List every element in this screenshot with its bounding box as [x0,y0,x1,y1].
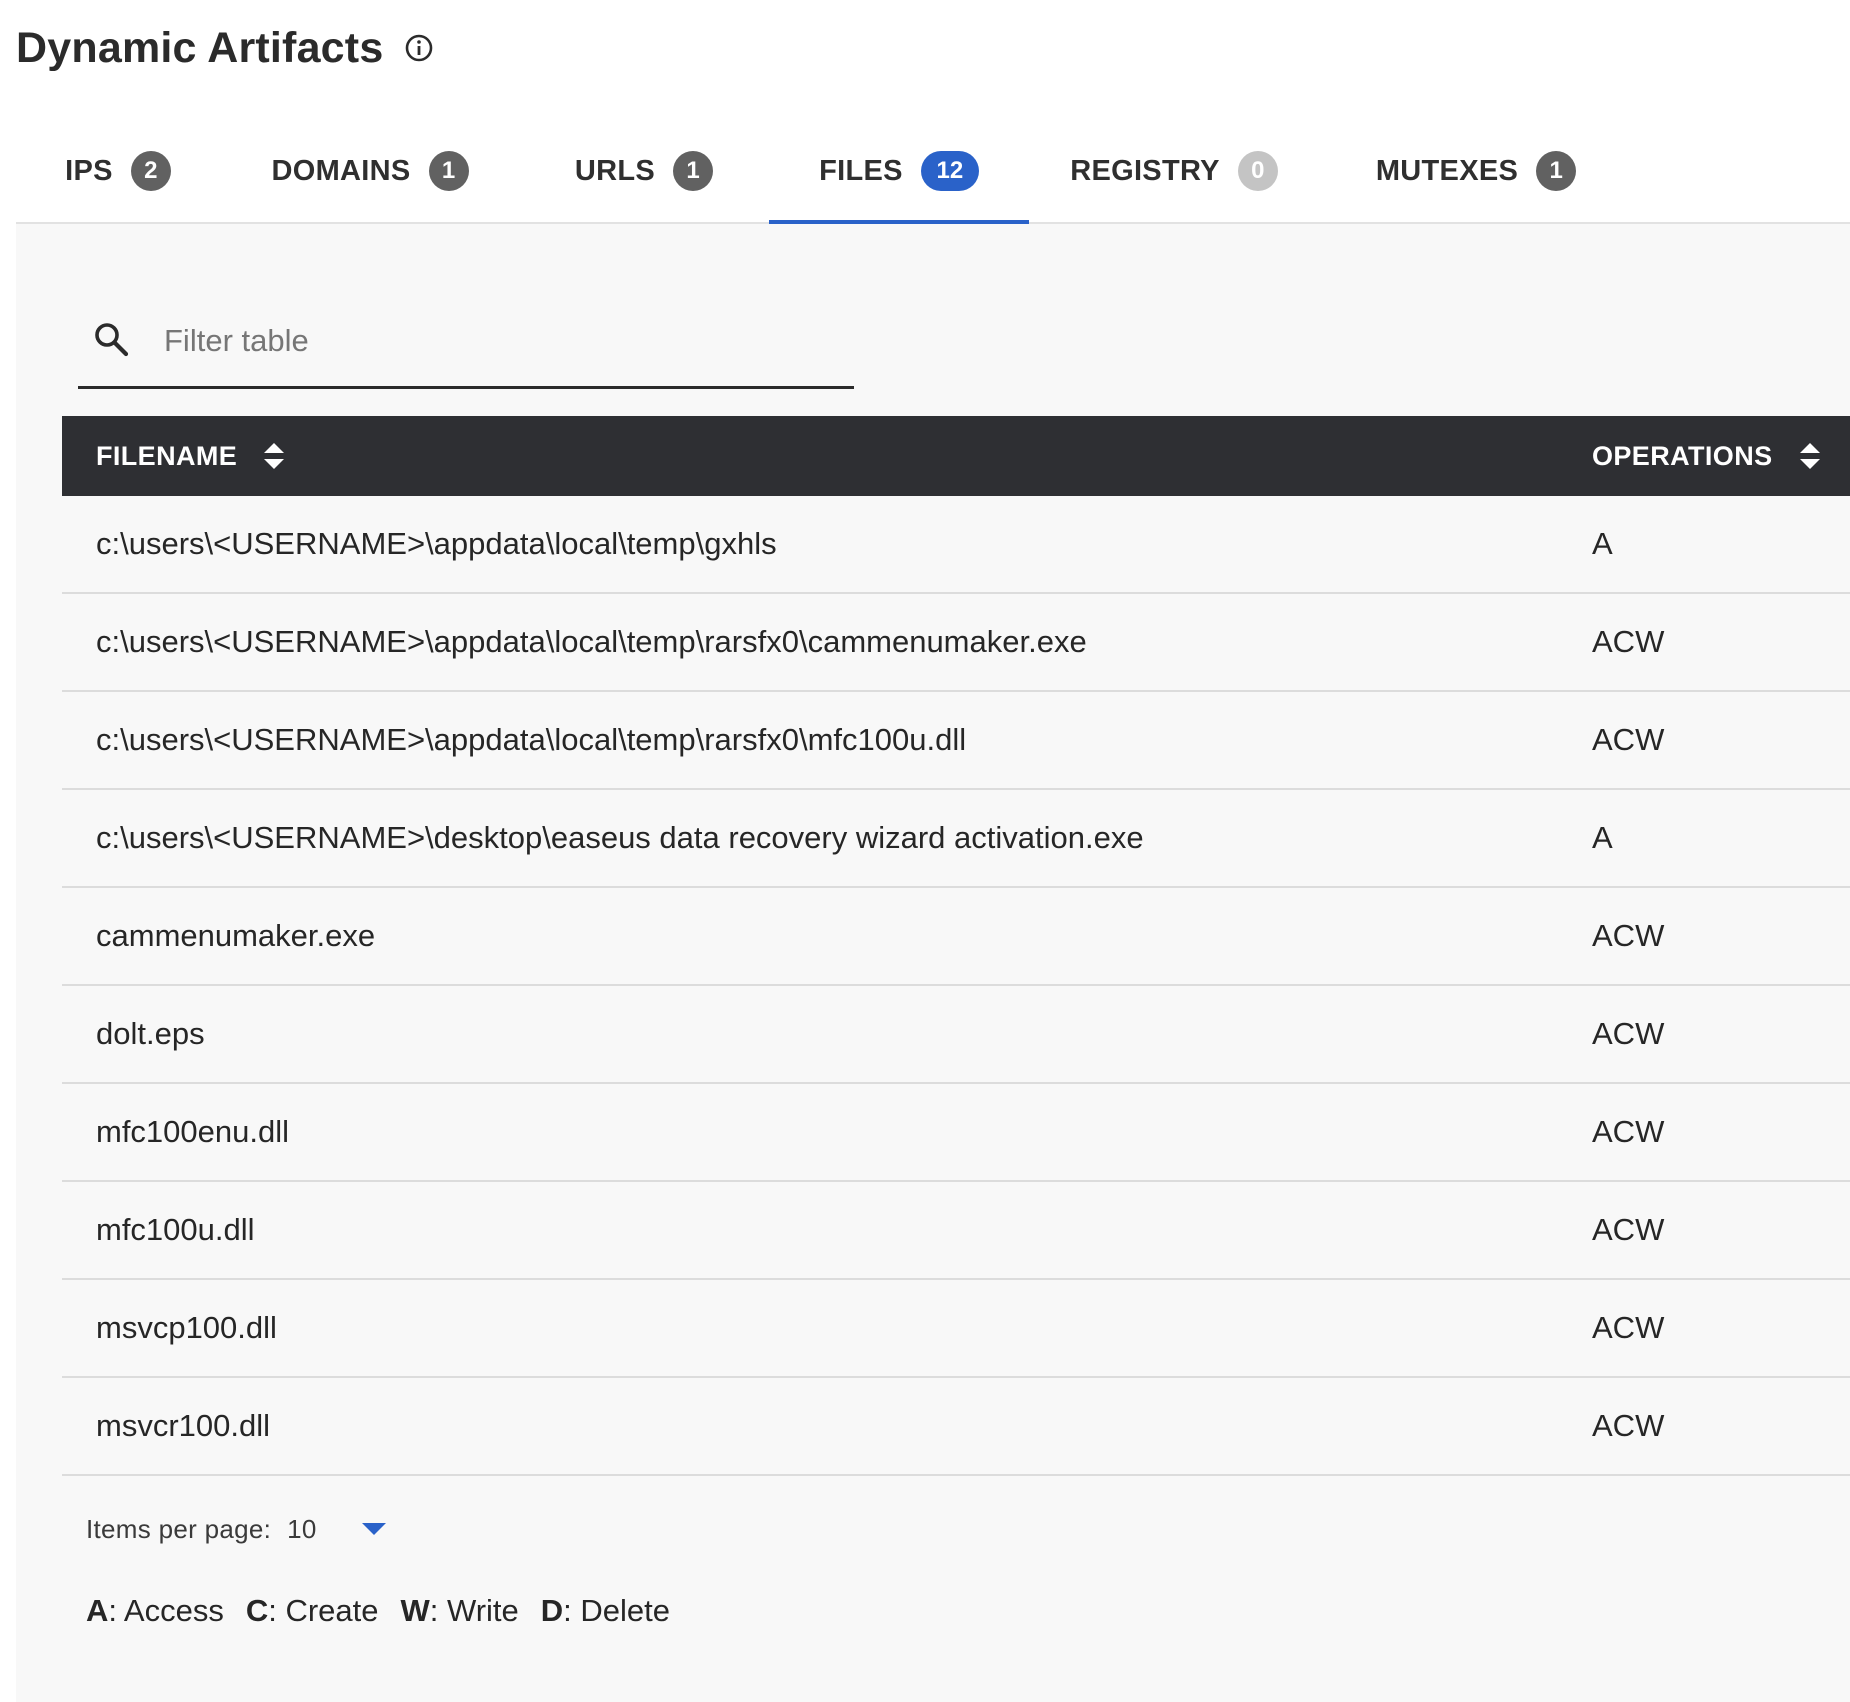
count-badge: 0 [1237,151,1278,191]
column-label: OPERATIONS [1592,440,1773,471]
title-row: Dynamic Artifacts [16,18,435,78]
filename-cell: cammenumaker.exe [96,918,376,953]
filename-cell: c:\users\<USERNAME>\appdata\local\temp\r… [96,722,967,757]
filename-cell: mfc100enu.dll [96,1114,290,1149]
table-row: msvcp100.dll ACW [62,1280,1850,1378]
operations-cell: ACW [1592,918,1665,953]
legend-item-write: W: Write [400,1593,519,1628]
files-panel: FILENAME OPERATIONS c:\users\<USERNAME>\… [16,224,1850,1702]
tab-label: DOMAINS [271,154,411,187]
column-header-filename[interactable]: FILENAME [96,416,285,496]
table-header: FILENAME OPERATIONS [62,416,1850,496]
info-icon[interactable] [403,32,435,64]
column-label: FILENAME [96,440,238,471]
count-badge: 2 [130,151,171,191]
artifact-tabs: IPS 2 DOMAINS 1 URLS 1 FILES 12 REGISTRY… [16,120,1850,224]
table-row: msvcr100.dll ACW [62,1378,1850,1476]
legend-text: Write [447,1593,519,1628]
filename-cell: c:\users\<USERNAME>\appdata\local\temp\r… [96,624,1087,659]
table-row: cammenumaker.exe ACW [62,888,1850,986]
operations-cell: ACW [1592,1212,1665,1247]
sort-icon [1799,443,1820,469]
count-badge: 1 [1536,151,1577,191]
operations-cell: ACW [1592,1408,1665,1443]
filename-cell: mfc100u.dll [96,1212,255,1247]
operations-legend: A: Access C: Create W: Write D: Delete [86,1586,692,1636]
column-header-operations[interactable]: OPERATIONS [1592,416,1821,496]
table-row: c:\users\<USERNAME>\appdata\local\temp\r… [62,594,1850,692]
operations-cell: ACW [1592,624,1665,659]
count-badge: 1 [673,151,714,191]
table-row: dolt.eps ACW [62,986,1850,1084]
count-badge: 1 [428,151,469,191]
filename-cell: msvcr100.dll [96,1408,270,1443]
table-row: c:\users\<USERNAME>\appdata\local\temp\r… [62,692,1850,790]
chevron-down-icon[interactable] [361,1521,387,1537]
pagination: Items per page: 10 [86,1507,387,1551]
operations-cell: A [1592,526,1613,561]
tab-domains[interactable]: DOMAINS 1 [262,120,478,222]
filename-cell: c:\users\<USERNAME>\desktop\easeus data … [96,820,1144,855]
sort-icon [264,443,285,469]
legend-item-delete: D: Delete [540,1593,670,1628]
files-table: FILENAME OPERATIONS c:\users\<USERNAME>\… [62,416,1850,1476]
count-badge: 12 [920,151,979,191]
items-per-page-label: Items per page: [86,1513,272,1544]
tab-files[interactable]: FILES 12 [769,120,1029,224]
filter-field [78,294,854,389]
operations-cell: ACW [1592,1114,1665,1149]
legend-text: Access [123,1593,224,1628]
legend-key: C [245,1593,269,1628]
operations-cell: ACW [1592,722,1665,757]
tab-urls[interactable]: URLS 1 [554,120,734,222]
filename-cell: c:\users\<USERNAME>\appdata\local\temp\g… [96,526,777,561]
table-row: c:\users\<USERNAME>\appdata\local\temp\g… [62,496,1850,594]
filename-cell: msvcp100.dll [96,1310,277,1345]
operations-cell: A [1592,820,1613,855]
legend-key: W [400,1593,430,1628]
filename-cell: dolt.eps [96,1016,205,1051]
tab-label: URLS [574,154,656,187]
tab-label: IPS [65,154,113,187]
legend-text: Create [285,1593,379,1628]
tab-ips[interactable]: IPS 2 [48,120,188,222]
tab-label: FILES [819,154,903,187]
operations-cell: ACW [1592,1310,1665,1345]
table-row: mfc100u.dll ACW [62,1182,1850,1280]
items-per-page-select[interactable]: 10 [287,1514,357,1545]
filter-input[interactable] [162,316,826,366]
legend-key: A [86,1593,109,1628]
page-title: Dynamic Artifacts [16,23,384,72]
legend-text: Delete [580,1593,670,1628]
legend-item-access: A: Access [86,1593,224,1628]
table-row: c:\users\<USERNAME>\desktop\easeus data … [62,790,1850,888]
tab-label: MUTEXES [1375,154,1519,187]
tab-label: REGISTRY [1070,154,1220,187]
tab-mutexes[interactable]: MUTEXES 1 [1364,120,1588,222]
legend-item-create: C: Create [245,1593,379,1628]
search-icon [95,323,129,357]
legend-key: D [540,1593,564,1628]
tab-registry[interactable]: REGISTRY 0 [1058,120,1290,222]
operations-cell: ACW [1592,1016,1665,1051]
table-row: mfc100enu.dll ACW [62,1084,1850,1182]
